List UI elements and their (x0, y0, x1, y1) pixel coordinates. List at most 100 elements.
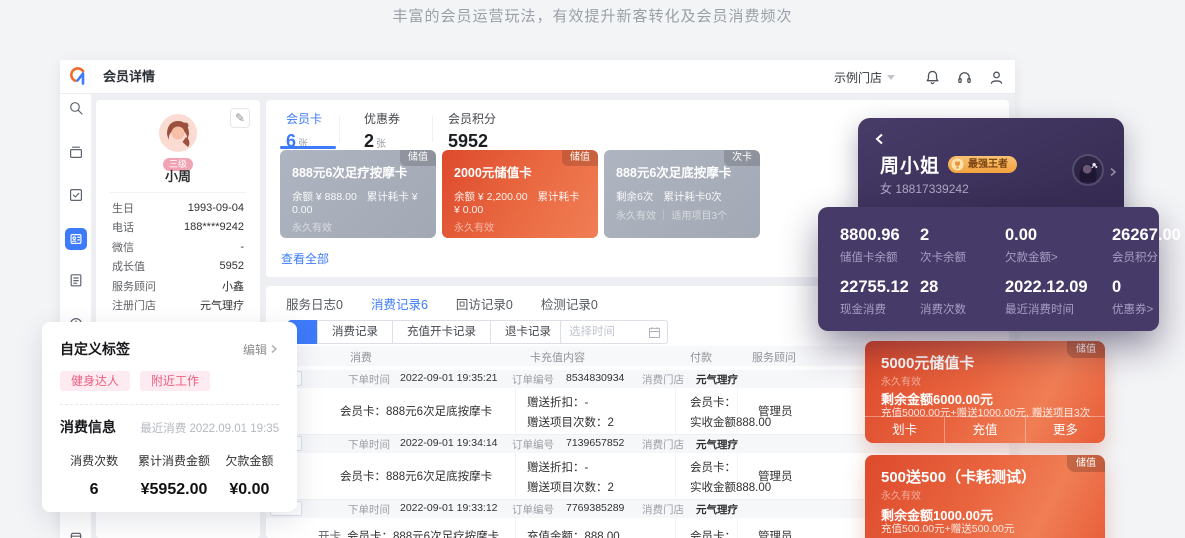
tab-unit: 张 (376, 139, 387, 150)
record-tabs: 服务日志0 消费记录6 回访记录0 检测记录0 (286, 294, 598, 322)
stat-label: 欠款金额 (225, 454, 274, 468)
tab-follow-up[interactable]: 回访记录0 (456, 294, 513, 322)
filter-refund-button[interactable]: 退卡记录 (490, 320, 566, 344)
divider (675, 453, 676, 499)
meta-label: 下单时间 (348, 504, 390, 516)
sidebar-shop2-icon[interactable] (60, 530, 92, 538)
consume-stats: 消费次数 6 累计消费金额 ¥5952.00 欠款金额 ¥0.00 (60, 452, 279, 499)
member-name: 小周 (164, 169, 191, 184)
tab-points[interactable]: 会员积分 5952 (448, 110, 496, 152)
filter-recharge-button[interactable]: 充值开卡记录 (392, 320, 491, 344)
headset-icon[interactable] (956, 69, 973, 86)
profile-field-row: 成长值 5952 (112, 257, 244, 277)
field-label: 微信 (112, 241, 134, 254)
page-headline: 丰富的会员运营玩法，有效提升新客转化及会员消费频次 (392, 8, 793, 25)
tab-consume-records[interactable]: 消费记录6 (370, 294, 428, 322)
card-type-badge: 储值 (1067, 455, 1105, 472)
filter-consume-button[interactable]: 消费记录 (317, 320, 393, 344)
cell-recharge-2: 赠送项目次数：2 (527, 482, 614, 494)
sidebar-collection-icon[interactable] (60, 144, 92, 166)
stored-value-card[interactable]: 储值 500送500（卡耗测试） 永久有效 剩余金额1000.00元 充值500… (865, 455, 1105, 538)
chevron-right-icon[interactable] (1108, 164, 1118, 177)
window-header: 会员详情 示例门店 (60, 60, 1015, 94)
profile-field-row: 服务顾问 小鑫 (112, 276, 244, 296)
member-stats-panel: 8800.96 储值卡余额 2 次卡余额 0.00 欠款金额> 26267.00 会员积… (818, 207, 1181, 331)
stat-value: ¥0.00 (229, 481, 270, 498)
col-header: 卡充值内容 (530, 352, 585, 364)
col-header: 消费 (350, 352, 372, 364)
rank-badge-label: 最强王者 (968, 159, 1009, 170)
tab-coupons[interactable]: 优惠券 2张 (364, 110, 400, 152)
member-card-item[interactable]: 储值 888元6次足疗按摩卡 余额 ¥ 888.00 累计耗卡 ¥ 0.00 永久… (280, 150, 436, 238)
notification-bell-icon[interactable] (924, 69, 941, 86)
app-logo-icon (67, 65, 91, 89)
tab-label: 会员卡 (286, 112, 323, 126)
tag-pill[interactable]: 附近工作 (140, 371, 211, 391)
member-panel-avatar[interactable] (1072, 154, 1104, 186)
swipe-card-button[interactable]: 划卡 (865, 417, 944, 443)
member-card-item[interactable]: 次卡 888元6次足底按摩卡 剩余6次 累计耗卡0次 永久有效 ｜ 适用项目3个 (604, 150, 760, 238)
sidebar-order-icon[interactable] (60, 272, 92, 294)
more-button[interactable]: 更多 (1024, 417, 1105, 443)
stat-stored-balance: 8800.96 储值卡余额 (840, 226, 900, 264)
back-button[interactable] (874, 132, 886, 145)
divider (432, 116, 433, 142)
cell-consume: 会员卡：888元6次足疗按摩卡 (347, 531, 500, 538)
date-range-input[interactable]: 选择时间 (560, 320, 668, 344)
cell-advisor: 管理员 (758, 531, 793, 538)
chevron-right-icon (271, 344, 278, 354)
meta-label: 下单时间 (348, 439, 390, 451)
meta-value: 8534830934 (566, 372, 625, 384)
tab-label: 会员积分 (448, 112, 497, 126)
trophy-icon (951, 158, 964, 171)
stat-points: 26267.00 会员积分 (1112, 226, 1181, 264)
divider (737, 518, 738, 538)
tab-service-log[interactable]: 服务日志0 (286, 294, 343, 322)
card-title: 5000元储值卡 (881, 355, 975, 372)
field-value: - (240, 240, 244, 253)
recharge-button[interactable]: 充值 (944, 417, 1024, 443)
field-value: 小鑫 (222, 280, 244, 293)
meta-value: 7139657852 (566, 437, 625, 449)
tag-pill[interactable]: 健身达人 (60, 371, 131, 391)
meta-label: 下单时间 (348, 374, 390, 386)
sidebar-search-icon[interactable] (60, 100, 92, 122)
cell-consume: 会员卡：888元6次足底按摩卡 (340, 406, 493, 418)
tab-inspection[interactable]: 检测记录0 (541, 294, 598, 322)
user-icon[interactable] (988, 69, 1005, 86)
member-card-item[interactable]: 储值 2000元储值卡 余额 ¥ 2,200.00 累计耗卡 ¥ 0.00 永久有… (442, 150, 598, 238)
stat-debt-amount: 欠款金额 ¥0.00 (220, 452, 279, 499)
cell-pay-1: 会员卡： (690, 462, 736, 474)
meta-label: 消费门店 (642, 504, 684, 516)
view-all-link[interactable]: 查看全部 (281, 250, 329, 267)
card-detail: 充值500.00元+赠送500.00元 (881, 523, 1015, 535)
field-value: 5952 (219, 260, 244, 273)
stored-value-card[interactable]: 储值 5000元储值卡 永久有效 剩余金额6000.00元 充值5000.00元… (865, 341, 1105, 443)
edit-profile-button[interactable]: ✎ (230, 108, 250, 128)
sidebar-member-icon[interactable] (65, 228, 87, 250)
cell-consume: 会员卡：888元6次足底按摩卡 (340, 471, 493, 483)
card-actions: 划卡 充值 更多 (865, 416, 1105, 443)
card-type-badge: 储值 (400, 150, 436, 166)
custom-tags-card: 自定义标签 编辑 健身达人 附近工作 消费信息 最近消费 2022.09.01 … (42, 322, 297, 512)
cell-recharge-1: 赠送折扣：- (527, 462, 589, 474)
recent-consume-time: 最近消费 2022.09.01 19:35 (140, 423, 279, 435)
profile-field-row: 微信 - (112, 237, 244, 257)
cell-recharge-1: 充值金额：888.00 (527, 531, 620, 538)
sidebar-todo-icon[interactable] (60, 187, 92, 209)
field-label: 服务顾问 (112, 280, 156, 293)
cell-pay-1: 会员卡： (690, 397, 736, 409)
card-balance: 余额 ¥ 888.00 (292, 191, 357, 203)
divider (675, 388, 676, 434)
active-tab-underline (280, 146, 336, 149)
profile-field-row: 生日 1993-09-04 (112, 198, 244, 218)
divider (339, 116, 340, 142)
stat-label: 消费次数 (70, 454, 119, 468)
edit-tags-button[interactable]: 编辑 (243, 341, 279, 358)
meta-label: 消费门店 (642, 374, 684, 386)
tab-label: 优惠券 (364, 112, 401, 126)
member-gender-phone: 女 18817339242 (880, 182, 969, 196)
col-header: 付款 (690, 352, 712, 364)
calendar-icon (648, 327, 661, 339)
store-selector[interactable]: 示例门店 (834, 69, 895, 86)
